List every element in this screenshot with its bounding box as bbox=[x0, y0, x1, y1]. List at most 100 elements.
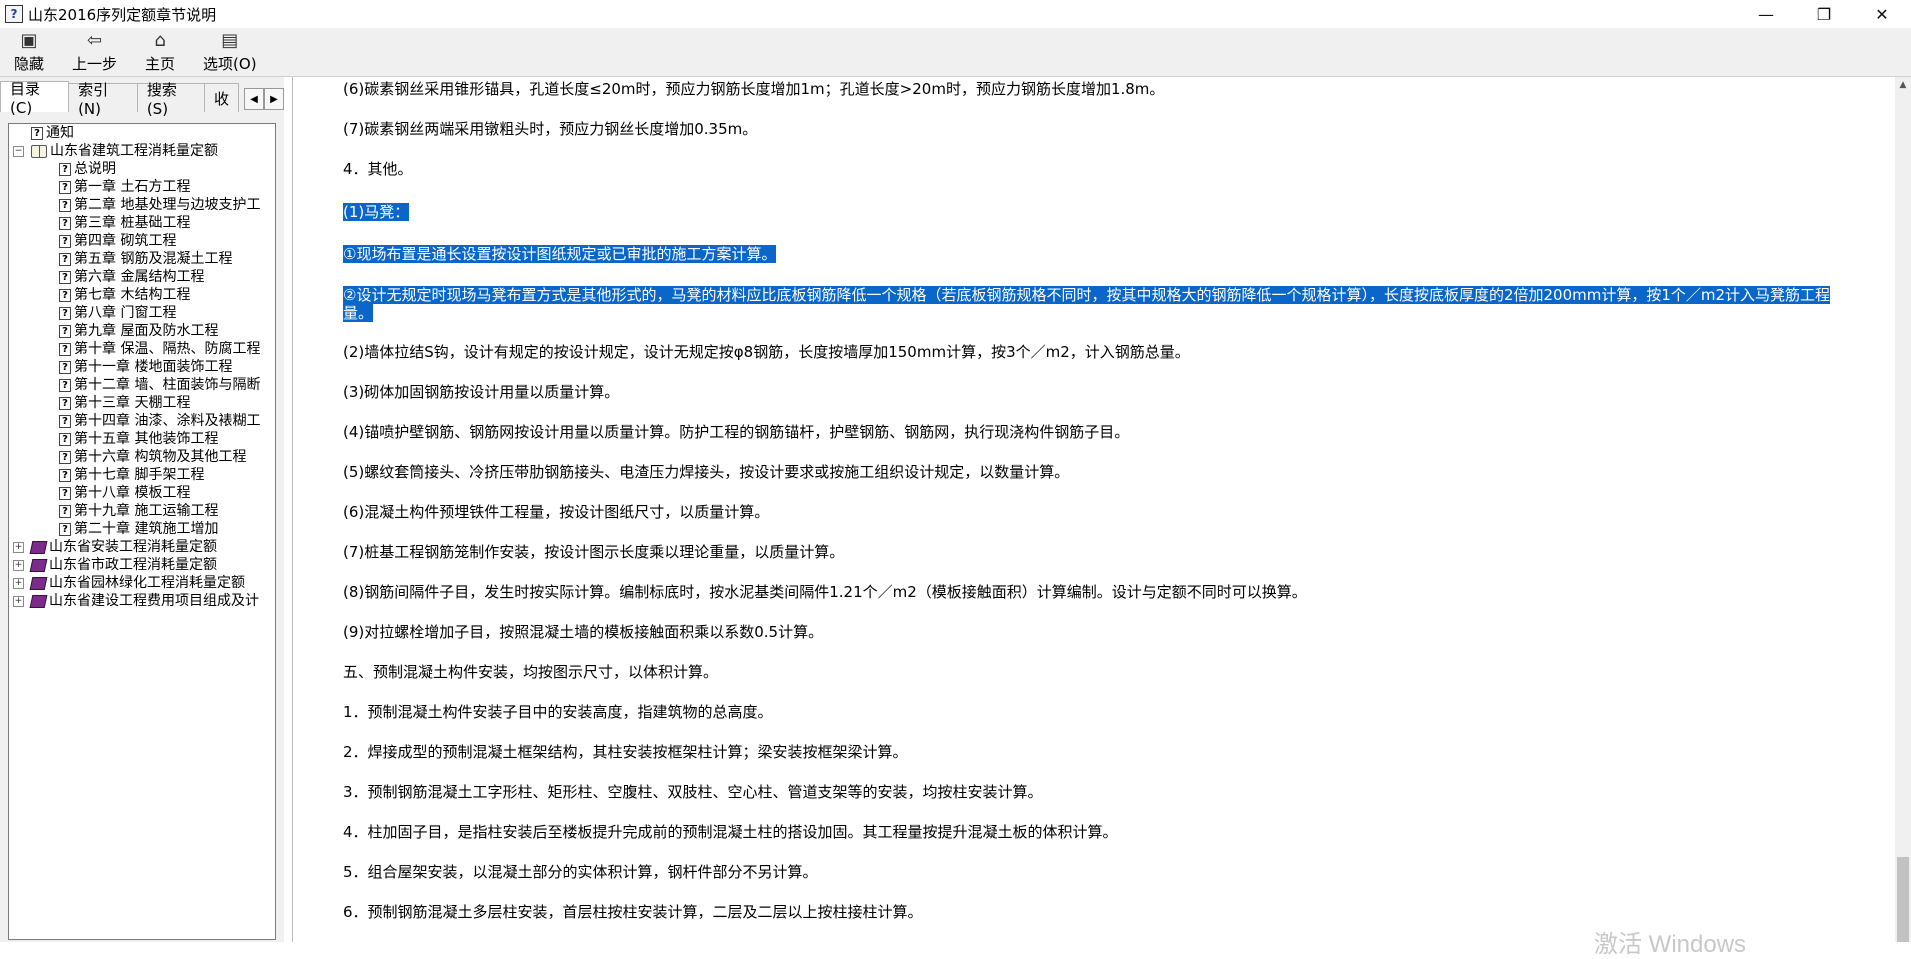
tree-item[interactable]: ? 第十一章 楼地面装饰工程 bbox=[9, 358, 275, 376]
tree-item[interactable]: ? 第七章 木结构工程 bbox=[9, 286, 275, 304]
maximize-button[interactable]: ❐ bbox=[1795, 0, 1853, 28]
tree-item[interactable]: + 山东省市政工程消耗量定额 bbox=[9, 556, 275, 574]
tree-item[interactable]: ? 第十二章 墙、柱面装饰与隔断 bbox=[9, 376, 275, 394]
tree-item-body: 山东省安装工程消耗量定额 bbox=[29, 538, 217, 556]
tree-item[interactable]: ? 第十四章 油漆、涂料及裱糊工 bbox=[9, 412, 275, 430]
tree-item-body: ? 第十一章 楼地面装饰工程 bbox=[59, 358, 232, 376]
tree-item-body: ? 第十五章 其他装饰工程 bbox=[59, 430, 218, 448]
paragraph-text: (7)碳素钢丝两端采用镦粗头时，预应力钢丝长度增加0.35m。 bbox=[343, 120, 758, 138]
navigation-pane: 目录(C) 索引(N) 搜索(S) 收 ◀ ▶ ? 通知 − 山东省建筑工程消耗量定额… bbox=[0, 77, 284, 942]
tab-favorites[interactable]: 收 bbox=[203, 83, 239, 112]
tab-scroll-right-icon[interactable]: ▶ bbox=[264, 88, 284, 110]
tree-item[interactable]: ? 第十三章 天棚工程 bbox=[9, 394, 275, 412]
tree-item[interactable]: ? 总说明 bbox=[9, 160, 275, 178]
tree-item[interactable]: ? 第八章 门窗工程 bbox=[9, 304, 275, 322]
expand-icon[interactable]: + bbox=[13, 542, 24, 553]
tree-item[interactable]: ? 第十章 保温、隔热、防腐工程 bbox=[9, 340, 275, 358]
tree-item-body: 山东省建筑工程消耗量定额 bbox=[31, 142, 218, 160]
content-paragraph: 5．组合屋架安装，以混凝土部分的实体积计算，钢杆件部分不另计算。 bbox=[343, 863, 818, 881]
hide-label: 隐藏 bbox=[14, 54, 45, 73]
content-paragraph: (9)对拉螺栓增加子目，按照混凝土墙的模板接触面积乘以系数0.5计算。 bbox=[343, 623, 823, 641]
options-icon: ▤ bbox=[221, 29, 239, 51]
content-scrollbar[interactable]: ▲ bbox=[1895, 77, 1911, 942]
tree-item-label: 第二章 地基处理与边坡支护工 bbox=[74, 197, 261, 213]
tree-item[interactable]: ? 第十七章 脚手架工程 bbox=[9, 466, 275, 484]
content-paragraph: (2)墙体拉结S钩，设计有规定的按设计规定，设计无规定按φ8钢筋，长度按墙厚加1… bbox=[343, 343, 1190, 361]
tree-item[interactable]: + 山东省建设工程费用项目组成及计 bbox=[9, 592, 275, 610]
hide-button[interactable]: ▣ 隐藏 bbox=[0, 28, 58, 76]
tree-item-label: 第二十章 建筑施工增加 bbox=[74, 521, 219, 537]
tree-item-body: ? 第十六章 构筑物及其他工程 bbox=[59, 448, 246, 466]
help-file-icon[interactable]: ? bbox=[5, 5, 23, 23]
book-closed-icon bbox=[29, 594, 48, 608]
paragraph-text: 4．其他。 bbox=[343, 160, 413, 178]
content-paragraph: (6)混凝土构件预埋铁件工程量，按设计图纸尺寸，以质量计算。 bbox=[343, 503, 769, 521]
paragraph-text: 1．预制混凝土构件安装子目中的安装高度，指建筑物的总高度。 bbox=[343, 703, 773, 721]
help-page-icon: ? bbox=[59, 486, 71, 500]
close-button[interactable]: ✕ bbox=[1853, 0, 1911, 28]
help-page-icon: ? bbox=[59, 468, 71, 482]
tree-item[interactable]: ? 通知 bbox=[9, 124, 275, 142]
window-title: 山东2016序列定额章节说明 bbox=[28, 5, 217, 24]
tree-item[interactable]: ? 第十五章 其他装饰工程 bbox=[9, 430, 275, 448]
collapse-icon[interactable]: − bbox=[13, 146, 24, 157]
tree-item[interactable]: ? 第三章 桩基础工程 bbox=[9, 214, 275, 232]
tree-item[interactable]: ? 第五章 钢筋及混凝土工程 bbox=[9, 250, 275, 268]
expand-icon[interactable]: + bbox=[13, 578, 24, 589]
help-page-icon: ? bbox=[59, 234, 71, 248]
back-button[interactable]: ⇦ 上一步 bbox=[58, 28, 131, 76]
content-paragraph: 1．预制混凝土构件安装子目中的安装高度，指建筑物的总高度。 bbox=[343, 703, 773, 721]
home-button[interactable]: ⌂ 主页 bbox=[131, 28, 189, 76]
tree-item[interactable]: ? 第十九章 施工运输工程 bbox=[9, 502, 275, 520]
tree-item[interactable]: ? 第十八章 模板工程 bbox=[9, 484, 275, 502]
help-page-icon: ? bbox=[59, 288, 71, 302]
tree-item-body: ? 第十三章 天棚工程 bbox=[59, 394, 190, 412]
book-closed-icon bbox=[29, 558, 48, 572]
help-page-icon: ? bbox=[59, 414, 71, 428]
tree-item[interactable]: ? 第二十章 建筑施工增加 bbox=[9, 520, 275, 538]
content-paragraph: 2．焊接成型的预制混凝土框架结构，其柱安装按框架柱计算；梁安装按框架梁计算。 bbox=[343, 743, 908, 761]
scroll-thumb[interactable] bbox=[1897, 857, 1909, 942]
tree-item-label: 第五章 钢筋及混凝土工程 bbox=[74, 251, 233, 267]
help-page-icon: ? bbox=[59, 180, 71, 194]
tree-item[interactable]: ? 第二章 地基处理与边坡支护工 bbox=[9, 196, 275, 214]
book-open-icon bbox=[31, 144, 47, 158]
tree-item[interactable]: ? 第六章 金属结构工程 bbox=[9, 268, 275, 286]
expand-icon[interactable]: + bbox=[13, 596, 24, 607]
title-bar: ? 山东2016序列定额章节说明 — ❐ ✕ bbox=[0, 0, 1911, 28]
tab-search[interactable]: 搜索(S) bbox=[136, 81, 205, 118]
paragraph-text: 3．预制钢筋混凝土工字形柱、矩形柱、空腹柱、双肢柱、空心柱、管道支架等的安装，均… bbox=[343, 783, 1043, 801]
tree-item-label: 山东省园林绿化工程消耗量定额 bbox=[49, 575, 245, 591]
paragraph-text: (6)混凝土构件预埋铁件工程量，按设计图纸尺寸，以质量计算。 bbox=[343, 503, 770, 521]
tree-item[interactable]: − 山东省建筑工程消耗量定额 bbox=[9, 142, 275, 160]
minimize-button[interactable]: — bbox=[1737, 0, 1795, 28]
back-arrow-icon: ⇦ bbox=[86, 29, 103, 51]
tree-item[interactable]: ? 第九章 屋面及防水工程 bbox=[9, 322, 275, 340]
tree-item[interactable]: ? 第十六章 构筑物及其他工程 bbox=[9, 448, 275, 466]
tree-item-label: 第十章 保温、隔热、防腐工程 bbox=[74, 341, 261, 357]
content-paragraph: (4)锚喷护壁钢筋、钢筋网按设计用量以质量计算。防护工程的钢筋锚杆，护壁钢筋、钢… bbox=[343, 423, 1129, 441]
tab-index[interactable]: 索引(N) bbox=[68, 81, 138, 118]
paragraph-text: (7)桩基工程钢筋笼制作安装，按设计图示长度乘以理论重量，以质量计算。 bbox=[343, 543, 845, 561]
content-paragraph: ①现场布置是通长设置按设计图纸规定或已审批的施工方案计算。 bbox=[343, 245, 777, 263]
tab-scroll-left-icon[interactable]: ◀ bbox=[244, 88, 264, 110]
contents-tree: ? 通知 − 山东省建筑工程消耗量定额? 总说明? 第一章 土石方工程? 第二章 地基处理与… bbox=[8, 123, 276, 940]
tree-item[interactable]: ? 第四章 砌筑工程 bbox=[9, 232, 275, 250]
home-label: 主页 bbox=[145, 54, 176, 73]
tree-item-body: ? 第七章 木结构工程 bbox=[59, 286, 190, 304]
expand-icon[interactable]: + bbox=[13, 560, 24, 571]
tree-item[interactable]: + 山东省安装工程消耗量定额 bbox=[9, 538, 275, 556]
scroll-up-icon[interactable]: ▲ bbox=[1895, 77, 1911, 93]
content-paragraph: 4．柱加固子目，是指柱安装后至楼板提升完成前的预制混凝土柱的搭设加固。其工程量按… bbox=[343, 823, 1118, 841]
tree-item-body: 山东省建设工程费用项目组成及计 bbox=[29, 592, 259, 610]
tree-item[interactable]: + 山东省园林绿化工程消耗量定额 bbox=[9, 574, 275, 592]
paragraph-text: (4)锚喷护壁钢筋、钢筋网按设计用量以质量计算。防护工程的钢筋锚杆，护壁钢筋、钢… bbox=[343, 423, 1130, 441]
help-page-icon: ? bbox=[59, 306, 71, 320]
options-button[interactable]: ▤ 选项(O) bbox=[189, 28, 271, 76]
tree-item-body: ? 第三章 桩基础工程 bbox=[59, 214, 190, 232]
paragraph-text: 五、预制混凝土构件安装，均按图示尺寸，以体积计算。 bbox=[343, 663, 719, 681]
content-paragraph: 6．预制钢筋混凝土多层柱安装，首层柱按柱安装计算，二层及二层以上按柱接柱计算。 bbox=[343, 903, 923, 921]
tree-item-label: 第四章 砌筑工程 bbox=[74, 233, 177, 249]
tab-contents[interactable]: 目录(C) bbox=[0, 80, 70, 117]
tree-item[interactable]: ? 第一章 土石方工程 bbox=[9, 178, 275, 196]
